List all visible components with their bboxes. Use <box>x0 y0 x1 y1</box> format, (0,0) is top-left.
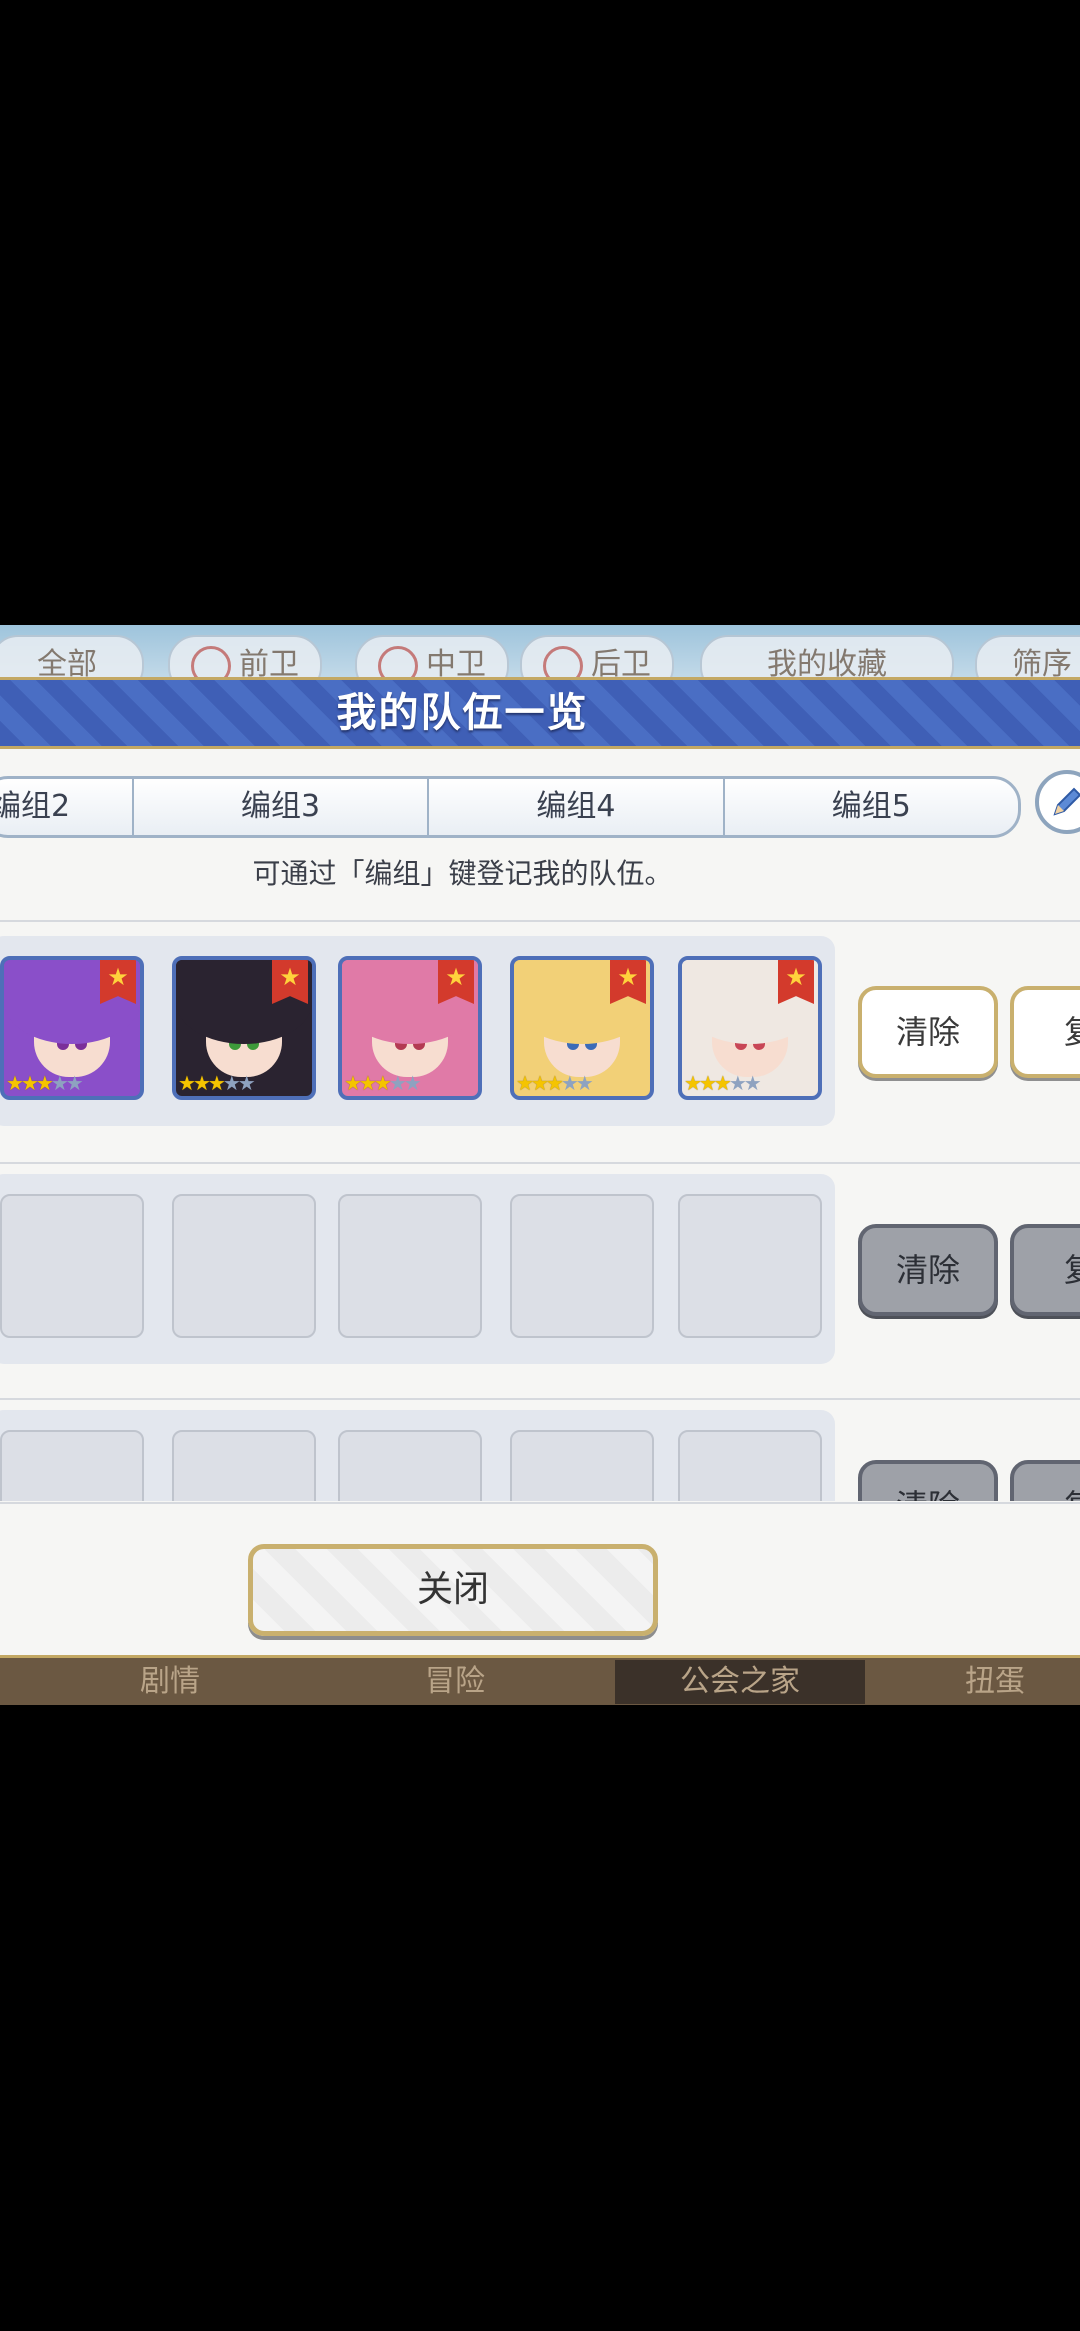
star-icon: ★ <box>698 1071 717 1095</box>
star-icon: ★ <box>50 1071 69 1095</box>
character-portrait[interactable]: ★ ★★★★ <box>172 956 316 1100</box>
star-icon: ★ <box>560 1071 579 1095</box>
team-row-2: 清除 复 <box>0 1174 1080 1364</box>
star-icon: ★ <box>222 1071 241 1095</box>
star-rating: ★★★★★ <box>516 1071 594 1095</box>
star-icon: ★ <box>743 1071 762 1095</box>
star-rating: ★★★★★ <box>344 1071 422 1095</box>
bg-nav-story: 剧情 <box>140 1664 200 1699</box>
tab-team-4[interactable]: 编组4 <box>429 779 725 835</box>
star-icon: ★ <box>530 1071 549 1095</box>
empty-slot[interactable] <box>172 1194 316 1338</box>
edit-team-name-button[interactable] <box>1035 770 1080 834</box>
clear-team-2-button[interactable]: 清除 <box>858 1224 998 1316</box>
empty-slot[interactable] <box>338 1430 482 1501</box>
empty-slot[interactable] <box>172 1430 316 1501</box>
star-rating: ★★★★★ <box>684 1071 762 1095</box>
character-portrait[interactable]: ★ ★★★★ <box>678 956 822 1100</box>
tab-team-5[interactable]: 编组5 <box>725 779 1018 835</box>
star-icon: ★ <box>237 1071 256 1095</box>
hint-text: 可通过「编组」键登记我的队伍。 <box>252 857 673 890</box>
empty-slot[interactable] <box>510 1430 654 1501</box>
star-icon: ★ <box>20 1071 39 1095</box>
star-icon: ★ <box>545 1071 564 1095</box>
star-icon: ★ <box>6 1071 24 1095</box>
star-icon: ★ <box>728 1071 747 1095</box>
bg-nav-adventure: 冒险 <box>425 1664 485 1699</box>
star-icon: ★ <box>207 1071 226 1095</box>
star-icon: ★ <box>684 1071 702 1095</box>
star-icon: ★ <box>516 1071 534 1095</box>
empty-slot[interactable] <box>510 1194 654 1338</box>
divider <box>0 1398 1080 1400</box>
bg-nav-guild-house: 公会之家 <box>615 1660 865 1704</box>
team-list: 清除 复 ★★★★★★★★★★★★★★★★★★★★★★★★★ 清除 复 清除 复 <box>0 936 1080 1501</box>
empty-slot[interactable] <box>0 1430 144 1501</box>
star-icon: ★ <box>192 1071 211 1095</box>
star-rating: ★★★★★ <box>6 1071 84 1095</box>
empty-slot[interactable] <box>0 1194 144 1338</box>
team-tab-bar: 编组2 编组3 编组4 编组5 <box>0 776 1021 838</box>
character-portrait[interactable]: ★ ★★★★ <box>338 956 482 1100</box>
tab-team-3[interactable]: 编组3 <box>134 779 430 835</box>
tab-team-2[interactable]: 编组2 <box>0 779 134 835</box>
empty-slot[interactable] <box>678 1430 822 1501</box>
character-portrait[interactable]: ★ ★★★★ <box>510 956 654 1100</box>
clear-team-1-button[interactable]: 清除 <box>858 986 998 1078</box>
star-icon: ★ <box>178 1071 196 1095</box>
dialog-header: 我的队伍一览 <box>0 680 1080 749</box>
game-screen: 全部 前卫 中卫 后卫 我的收藏 筛序 剧情 冒险 公会之家 扭蛋 我的队伍一览… <box>0 625 1080 1705</box>
star-icon: ★ <box>358 1071 377 1095</box>
star-icon: ★ <box>344 1071 362 1095</box>
divider <box>0 920 1080 922</box>
team-row-1: 清除 复 ★★★★★★★★★★★★★★★★★★★★★★★★★ <box>0 936 1080 1126</box>
close-button[interactable]: 关闭 <box>248 1544 658 1636</box>
star-icon: ★ <box>713 1071 732 1095</box>
copy-team-1-button[interactable]: 复 <box>1010 986 1080 1078</box>
clear-team-3-button[interactable]: 清除 <box>858 1460 998 1501</box>
divider <box>0 1162 1080 1164</box>
dialog-title: 我的队伍一览 <box>336 690 589 736</box>
star-icon: ★ <box>388 1071 407 1095</box>
bg-nav-gacha: 扭蛋 <box>965 1664 1025 1699</box>
star-icon: ★ <box>65 1071 84 1095</box>
star-icon: ★ <box>35 1071 54 1095</box>
team-row-3: 清除 复 <box>0 1410 1080 1501</box>
pencil-icon <box>1053 787 1080 816</box>
copy-team-2-button[interactable]: 复 <box>1010 1224 1080 1316</box>
star-icon: ★ <box>373 1071 392 1095</box>
star-icon: ★ <box>575 1071 594 1095</box>
star-rating: ★★★★★ <box>178 1071 256 1095</box>
star-icon: ★ <box>403 1071 422 1095</box>
character-portrait[interactable]: ★ ★★★★ <box>0 956 144 1100</box>
copy-team-3-button[interactable]: 复 <box>1010 1460 1080 1501</box>
empty-slot[interactable] <box>678 1194 822 1338</box>
my-teams-dialog: 我的队伍一览 编组2 编组3 编组4 编组5 可通过「编组」键登记我的队伍。 清… <box>0 677 1080 1658</box>
dialog-footer: 关闭 <box>0 1502 1080 1655</box>
empty-slot[interactable] <box>338 1194 482 1338</box>
